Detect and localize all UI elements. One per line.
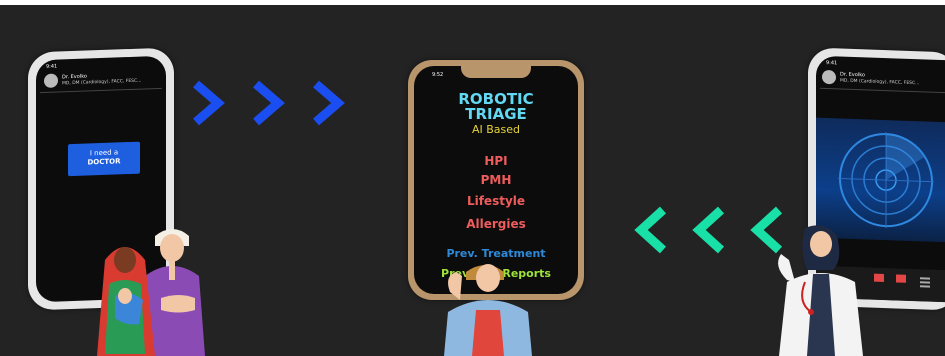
- triage-item-pmh: PMH: [480, 173, 512, 187]
- triage-item-hpi: HPI: [484, 154, 508, 168]
- doctor-credentials: MD, DM (Cardiology), FACC, FESC...: [840, 78, 920, 87]
- status-time: 9:41: [46, 63, 58, 70]
- status-time: 9:41: [826, 60, 838, 67]
- triage-item-allergies: Allergies: [466, 217, 526, 231]
- triage-title-line2: TRIAGE: [465, 105, 527, 123]
- header-divider: [820, 87, 945, 94]
- top-band: [0, 0, 945, 5]
- doctor-name: Dr. Evolko: [62, 73, 87, 81]
- doctor-avatar: [44, 73, 58, 88]
- phone-notch: [461, 66, 531, 78]
- patient-family-illustration: [97, 229, 205, 356]
- triage-subtitle: AI Based: [471, 123, 521, 136]
- triage-item-lifestyle: Lifestyle: [466, 194, 526, 208]
- user-figure-illustration: [444, 264, 532, 356]
- need-doctor-button[interactable]: I need a DOCTOR: [68, 141, 140, 177]
- status-time: 9:52: [432, 72, 444, 78]
- doctor-figure-illustration: [778, 225, 863, 356]
- header-divider: [40, 87, 162, 94]
- chevron-right-icon: [193, 80, 345, 126]
- doctor-avatar: [822, 69, 836, 85]
- doctor-name: Dr. Evolko: [840, 71, 865, 79]
- need-doctor-line2: DOCTOR: [87, 157, 121, 167]
- illustration-stage: 9:41 Dr. Evolko MD, DM (Cardiology), FAC…: [0, 0, 945, 356]
